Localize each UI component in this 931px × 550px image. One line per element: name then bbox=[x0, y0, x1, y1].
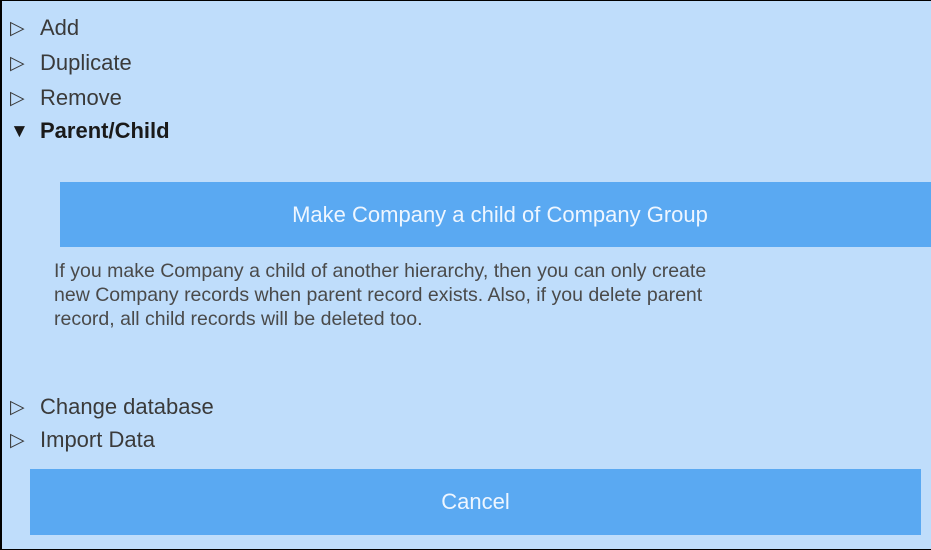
info-line: new Company records when parent record e… bbox=[54, 284, 703, 306]
menu-item-label: Import Data bbox=[40, 427, 155, 452]
triangle-down-filled-icon: ▼ bbox=[10, 120, 29, 142]
menu-item-add[interactable]: ▷ Add bbox=[10, 13, 79, 43]
triangle-right-outline-icon: ▷ bbox=[10, 87, 25, 109]
triangle-right-outline-icon: ▷ bbox=[10, 396, 25, 418]
menu-item-remove[interactable]: ▷ Remove bbox=[10, 83, 122, 113]
menu-item-label: Remove bbox=[40, 85, 122, 110]
info-line: If you make Company a child of another h… bbox=[54, 260, 707, 282]
menu-item-import-data[interactable]: ▷ Import Data bbox=[10, 425, 155, 455]
info-line: record, all child records will be delete… bbox=[54, 308, 423, 330]
triangle-right-outline-icon: ▷ bbox=[10, 52, 25, 74]
menu-item-label: Parent/Child bbox=[40, 118, 170, 143]
actions-panel: ▷ Add ▷ Duplicate ▷ Remove ▼ Parent/Chil… bbox=[0, 0, 931, 550]
triangle-right-outline-icon: ▷ bbox=[10, 429, 25, 451]
menu-item-parent-child[interactable]: ▼ Parent/Child bbox=[10, 116, 170, 146]
make-child-button[interactable]: Make Company a child of Company Group bbox=[60, 182, 931, 247]
menu-item-label: Duplicate bbox=[40, 50, 132, 75]
menu-item-label: Add bbox=[40, 15, 80, 40]
menu-item-change-database[interactable]: ▷ Change database bbox=[10, 392, 214, 422]
triangle-right-outline-icon: ▷ bbox=[10, 17, 25, 39]
menu-item-label: Change database bbox=[40, 394, 214, 419]
parent-child-info-text: If you make Company a child of another h… bbox=[54, 259, 931, 331]
menu-item-duplicate[interactable]: ▷ Duplicate bbox=[10, 48, 132, 78]
cancel-button[interactable]: Cancel bbox=[30, 469, 921, 535]
